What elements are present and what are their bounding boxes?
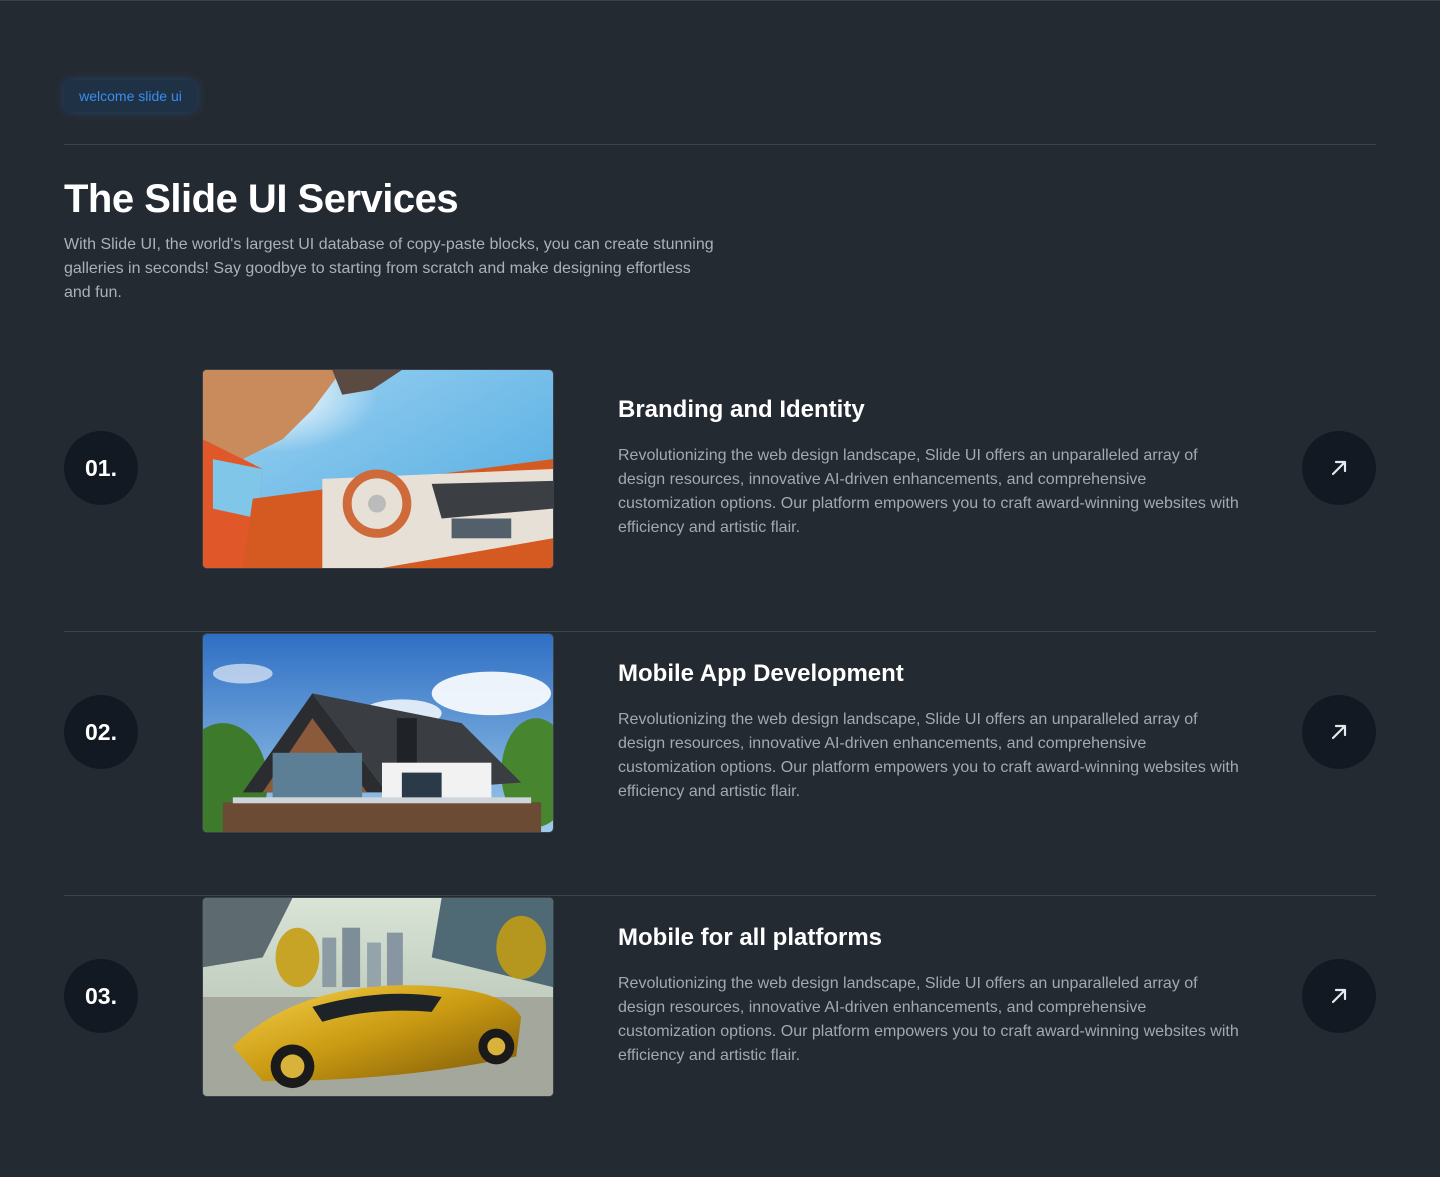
open-service-button[interactable] [1302,431,1376,505]
service-title: Mobile App Development [618,660,904,687]
car-interior-image [202,369,554,569]
service-row-3: 03. Mobile for all platforms Revolutioni… [64,896,1376,1160]
service-row-2: 02. Mobile App Development Revolutionizi… [64,632,1376,896]
service-title: Mobile for all platforms [618,924,883,951]
service-number: 01. [64,431,138,505]
header-divider [64,144,1376,145]
service-row-1: 01. Branding and Identity Revolutionizin… [64,368,1376,632]
open-service-button[interactable] [1302,959,1376,1033]
service-description: Revolutionizing the web design landscape… [618,711,1239,800]
gold-sports-car-image [202,897,554,1097]
service-description: Revolutionizing the web design landscape… [618,975,1239,1064]
arrow-up-right-icon [1331,724,1347,740]
top-border [0,0,1440,1]
service-description: Revolutionizing the web design landscape… [618,447,1239,536]
service-title: Branding and Identity [618,396,865,423]
arrow-up-right-icon [1331,988,1347,1004]
service-number: 03. [64,959,138,1033]
intro-text: With Slide UI, the world's largest UI da… [64,236,714,301]
modern-house-image [202,633,554,833]
service-number: 02. [64,695,138,769]
welcome-badge: welcome slide ui [64,80,197,112]
page-title: The Slide UI Services [64,177,459,221]
arrow-up-right-icon [1331,460,1347,476]
open-service-button[interactable] [1302,695,1376,769]
